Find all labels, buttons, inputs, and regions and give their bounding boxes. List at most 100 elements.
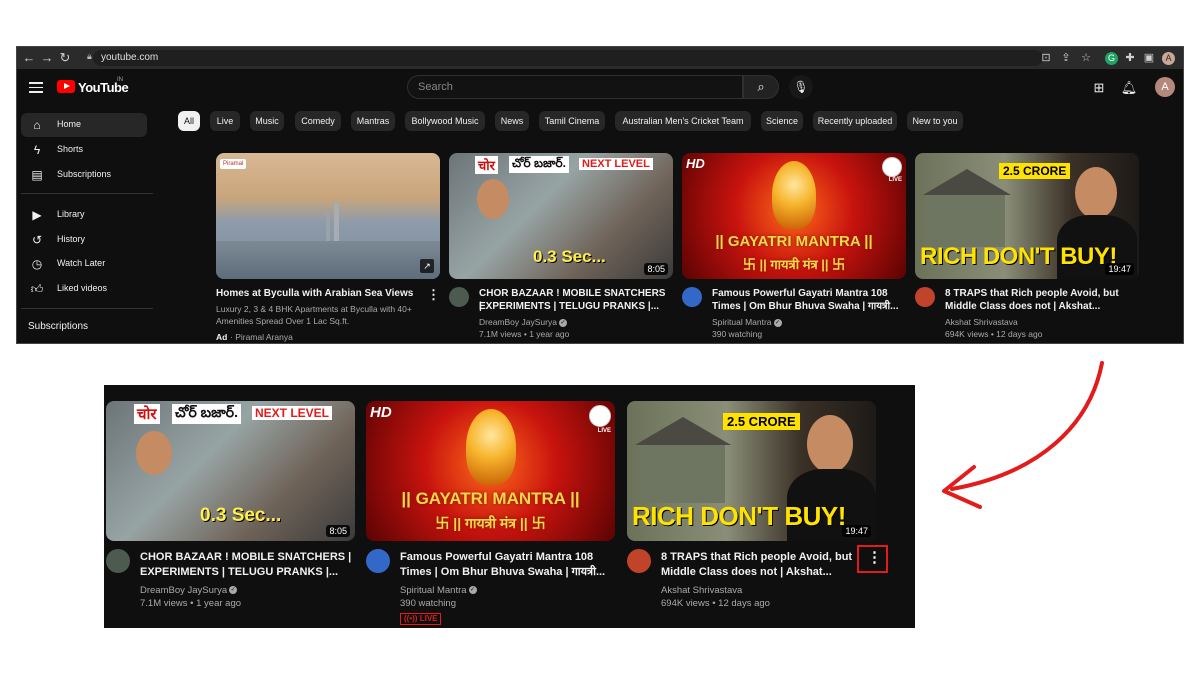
sidebar-item-label: Library	[57, 209, 85, 219]
create-video-icon[interactable]: ⊞	[1090, 79, 1108, 97]
video-duration: 8:05	[326, 525, 350, 537]
channel-name[interactable]: Akshat Shrivastava	[661, 584, 742, 597]
curved-arrow-icon	[942, 361, 1104, 509]
youtube-logo-icon[interactable]	[57, 80, 75, 93]
video-title-line1[interactable]: Famous Powerful Gayatri Mantra 108	[712, 287, 902, 300]
thumbnail-caption: चोर	[134, 404, 160, 424]
grammarly-icon[interactable]: G	[1105, 52, 1118, 65]
chip-australian-cricket[interactable]: Australian Men's Cricket Team	[615, 111, 751, 131]
live-badge-label: LIVE	[888, 177, 902, 183]
ad-label: Ad	[216, 332, 228, 342]
channel-name[interactable]: DreamBoy JaySurya ✓	[140, 584, 238, 597]
search-icon: ⌕	[757, 79, 765, 94]
person-shape	[477, 179, 509, 219]
account-avatar[interactable]: A	[1155, 77, 1175, 97]
sidepanel-icon[interactable]: ▣	[1141, 50, 1157, 66]
chip-tamil-cinema[interactable]: Tamil Cinema	[539, 111, 605, 131]
video-thumbnail[interactable]: चोर చోర్ బజార్. NEXT LEVEL 0.3 Sec... 8:…	[106, 401, 355, 541]
video-thumbnail[interactable]: HD || GAYATRI MANTRA || 卐 || गायत्री मंत…	[682, 153, 906, 279]
video-thumbnail[interactable]: 2.5 CRORE RICH DON'T BUY! 19:47	[915, 153, 1139, 279]
tower-shape	[334, 203, 339, 243]
reload-icon[interactable]: ↻	[57, 50, 73, 66]
channel-name[interactable]: Akshat Shrivastava	[945, 317, 1018, 328]
sidebar-divider	[21, 193, 153, 194]
channel-name[interactable]: Spiritual Mantra ✓	[400, 584, 477, 597]
chip-bollywood-music[interactable]: Bollywood Music	[405, 111, 485, 131]
thumbnail-caption: 2.5 CRORE	[999, 163, 1071, 179]
video-title-line2[interactable]: EXPERIMENTS | TELUGU PRANKS |...	[479, 300, 669, 313]
video-title-line2[interactable]: Times | Om Bhur Bhuva Swaha | गायत्री...	[400, 565, 615, 580]
search-input[interactable]	[407, 75, 743, 99]
channel-name-text: DreamBoy JaySurya	[140, 585, 228, 596]
channel-avatar[interactable]	[682, 287, 702, 307]
voice-search-button[interactable]: 🎙︎	[789, 75, 813, 99]
video-title-line2[interactable]: Middle Class does not | Akshat...	[945, 300, 1145, 313]
install-icon[interactable]: ⊡	[1038, 50, 1054, 66]
video-title-line1[interactable]: 8 TRAPS that Rich people Avoid, but	[661, 550, 861, 565]
video-duration: 8:05	[644, 263, 668, 275]
video-title-line1[interactable]: 8 TRAPS that Rich people Avoid, but	[945, 287, 1145, 300]
video-title-line1[interactable]: CHOR BAZAAR ! MOBILE SNATCHERS |	[140, 550, 355, 565]
live-broadcast-icon: ((•))	[404, 614, 418, 623]
chip-science[interactable]: Science	[761, 111, 803, 131]
video-thumbnail[interactable]: चोर చోర్ బజార్. NEXT LEVEL 0.3 Sec... 8:…	[449, 153, 673, 279]
channel-name[interactable]: DreamBoy JaySurya ✓	[479, 317, 567, 328]
channel-live-badge	[589, 405, 611, 427]
video-title[interactable]: Homes at Byculla with Arabian Sea Views	[216, 287, 426, 300]
verified-icon: ✓	[773, 318, 782, 327]
chip-music[interactable]: Music	[250, 111, 284, 131]
ad-description: Luxury 2, 3 & 4 BHK Apartments at Bycull…	[216, 304, 412, 314]
chip-recently-uploaded[interactable]: Recently uploaded	[813, 111, 897, 131]
channel-avatar[interactable]	[915, 287, 935, 307]
thumbnail-caption: చోర్ బజార్.	[509, 156, 569, 173]
sidebar-item-watch-later[interactable]: ◷ Watch Later	[21, 252, 147, 276]
sidebar-item-label: Liked videos	[57, 283, 108, 293]
chip-live[interactable]: Live	[210, 111, 240, 131]
thumbnail-caption: RICH DON'T BUY!	[632, 501, 846, 531]
chip-comedy[interactable]: Comedy	[295, 111, 341, 131]
video-title-line2[interactable]: Middle Class does not | Akshat...	[661, 565, 861, 580]
video-title-line1[interactable]: Famous Powerful Gayatri Mantra 108	[400, 550, 615, 565]
sidebar-item-library[interactable]: ▶ Library	[21, 203, 147, 227]
thumbnail-caption: चोर	[475, 156, 498, 174]
notifications-icon[interactable]: 🔔︎	[1120, 79, 1138, 97]
advertiser-name[interactable]: · Piramal Aranya	[230, 332, 293, 343]
channel-avatar[interactable]	[366, 549, 390, 573]
sidebar-item-shorts[interactable]: ϟ Shorts	[21, 138, 147, 162]
chip-mantras[interactable]: Mantras	[351, 111, 395, 131]
video-meta: 7.1M views • 1 year ago	[479, 329, 570, 339]
extensions-icon[interactable]: ✚	[1122, 50, 1138, 66]
external-link-icon[interactable]: ↗	[420, 259, 434, 273]
video-thumbnail-ad[interactable]: Piramal ↗	[216, 153, 440, 279]
forward-icon[interactable]: →	[39, 50, 55, 66]
channel-avatar[interactable]	[449, 287, 469, 307]
back-icon[interactable]: ←	[21, 50, 37, 66]
chip-all[interactable]: All	[178, 111, 200, 131]
thumbnail-caption: RICH DON'T BUY!	[920, 243, 1117, 270]
chip-news[interactable]: News	[495, 111, 529, 131]
address-bar[interactable]	[93, 50, 1043, 66]
chip-new-to-you[interactable]: New to you	[907, 111, 963, 131]
sidebar-item-subscriptions[interactable]: ▤ Subscriptions	[21, 163, 147, 187]
menu-icon[interactable]	[29, 82, 43, 96]
sidebar-item-label: Home	[57, 119, 82, 129]
profile-icon[interactable]: A	[1162, 52, 1175, 65]
sidebar-item-liked-videos[interactable]: 👍︎ Liked videos	[21, 277, 147, 301]
region-code: IN	[117, 77, 123, 83]
channel-avatar[interactable]	[627, 549, 651, 573]
sidebar-item-history[interactable]: ↺ History	[21, 228, 147, 252]
video-thumbnail[interactable]: HD || GAYATRI MANTRA || 卐 || गायत्री मंत…	[366, 401, 615, 541]
sidebar-item-home[interactable]: ⌂ Home	[21, 113, 147, 137]
more-options-icon[interactable]: ⋮	[427, 288, 440, 301]
share-icon[interactable]: ⇪	[1058, 50, 1074, 66]
channel-name[interactable]: Spiritual Mantra ✓	[712, 317, 782, 328]
video-thumbnail[interactable]: 2.5 CRORE RICH DON'T BUY! 19:47	[627, 401, 876, 541]
star-icon[interactable]: ☆	[1078, 50, 1094, 66]
thumbnail-caption: HD	[370, 404, 392, 421]
sidebar-item-label: History	[57, 234, 86, 244]
search-button[interactable]: ⌕	[743, 75, 779, 99]
video-title-line2[interactable]: EXPERIMENTS | TELUGU PRANKS |...	[140, 565, 355, 580]
channel-avatar[interactable]	[106, 549, 130, 573]
video-title-line2[interactable]: Times | Om Bhur Bhuva Swaha | गायत्री...	[712, 300, 902, 313]
live-badge: ((•)) LIVE	[400, 613, 442, 625]
